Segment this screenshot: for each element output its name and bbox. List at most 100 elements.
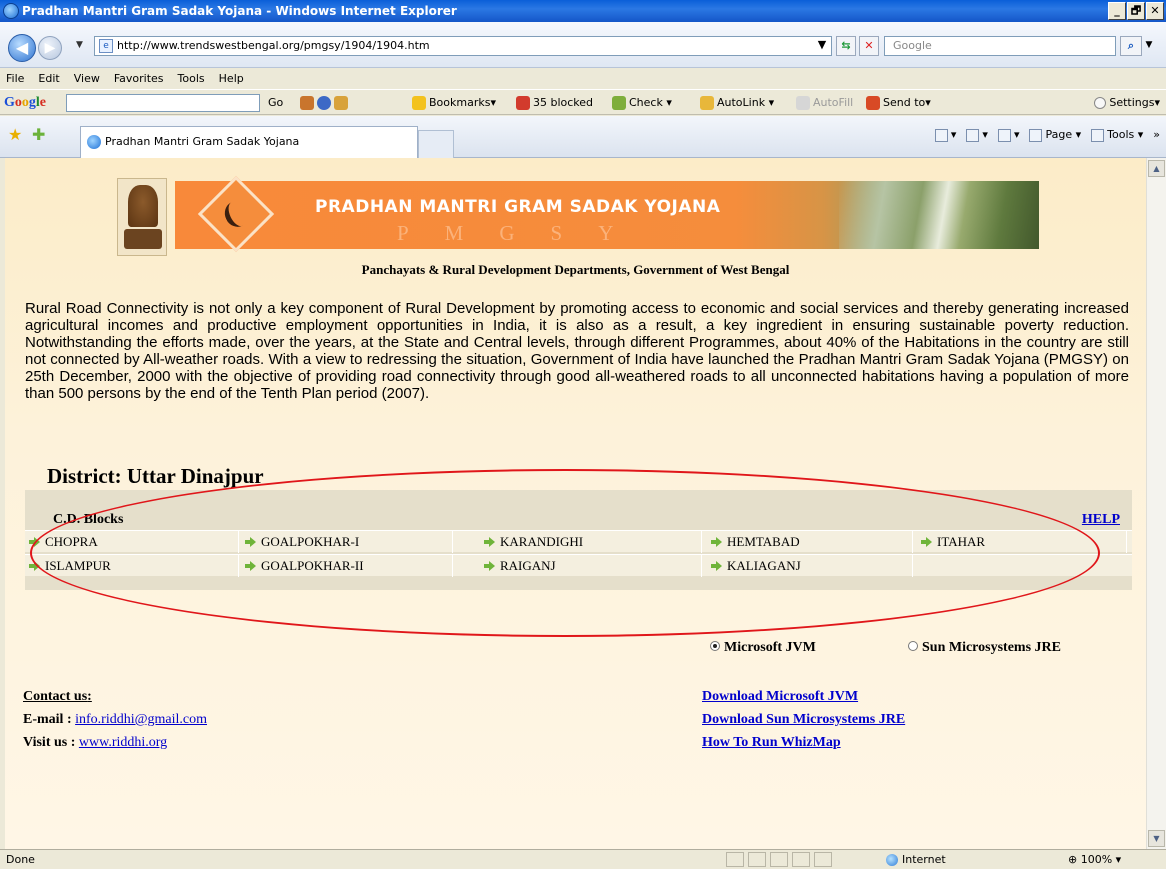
address-toolbar: ◀ ▶ ▼ e http://www.trendswestbengal.org/… [0,22,1166,68]
intro-paragraph: Rural Road Connectivity is not only a ke… [25,300,1129,402]
add-favorite-icon[interactable]: ✚ [32,125,45,144]
toolbar-icons[interactable] [300,90,351,116]
ie-icon [3,3,19,19]
bookmarks-button[interactable]: Bookmarks▾ [412,90,496,116]
district-heading: District: Uttar Dinajpur [47,464,264,488]
home-button[interactable]: ▾ [934,128,956,142]
status-panel [770,852,788,867]
minimize-button[interactable]: _ [1108,2,1126,20]
autofill-icon [796,96,810,110]
contact-label: Contact us: [23,689,92,704]
annotation-ellipse [30,469,1100,637]
autolink-icon [700,96,714,110]
blocked-icon [516,96,530,110]
globe-icon [886,854,898,866]
scroll-up-icon[interactable]: ▲ [1148,160,1165,177]
refresh-icon[interactable]: ⇆ [836,36,856,56]
autofill-button[interactable]: AutoFill [796,90,853,116]
download-ms-jvm-link[interactable]: Download Microsoft JVM [702,689,858,705]
google-toolbar: Google Go Bookmarks▾ 35 blocked Check ▾ … [0,89,1166,115]
new-tab-button[interactable] [418,130,454,158]
page-icon [1029,128,1043,142]
address-dropdown[interactable]: ▼ [812,36,832,56]
autolink-button[interactable]: AutoLink ▾ [700,90,774,116]
scroll-down-icon[interactable]: ▼ [1148,830,1165,847]
page-viewport: PRADHAN MANTRI GRAM SADAK YOJANA PMGSY P… [5,158,1146,849]
ashoka-emblem-logo [117,178,167,256]
ie-tab-icon [87,135,101,149]
forward-button[interactable]: ▶ [38,36,62,60]
download-sun-jre-link[interactable]: Download Sun Microsystems JRE [702,712,905,728]
settings-button[interactable]: Settings▾ [1094,90,1160,116]
print-icon [997,128,1011,142]
search-options-dropdown[interactable]: ▼ [1142,36,1156,56]
google-search-input[interactable] [66,94,260,112]
email-link[interactable]: info.riddhi@gmail.com [75,712,207,727]
radio-empty-icon [908,640,918,651]
road-photo [839,181,1039,249]
send-icon [866,96,880,110]
visit-line: Visit us : www.riddhi.org [23,735,168,750]
how-to-run-link[interactable]: How To Run WhizMap [702,735,841,751]
tab-pmgsy[interactable]: Pradhan Mantri Gram Sadak Yojana [80,126,418,158]
security-zone[interactable]: Internet [886,850,946,869]
status-panel [726,852,744,867]
menu-help[interactable]: Help [219,69,244,89]
status-panel [792,852,810,867]
print-button[interactable]: ▾ [997,128,1019,142]
radio-selected-icon [710,640,720,651]
menu-file[interactable]: File [6,69,24,89]
check-icon [612,96,626,110]
settings-icon [1094,97,1107,109]
address-input[interactable]: e http://www.trendswestbengal.org/pmgsy/… [94,36,832,56]
department-line: Panchayats & Rural Development Departmen… [361,262,790,277]
status-panel [814,852,832,867]
search-input[interactable]: Google [884,36,1116,56]
menu-favorites[interactable]: Favorites [114,69,164,89]
tab-bar: ★ ✚ Pradhan Mantri Gram Sadak Yojana ▾ ▾… [0,116,1166,158]
menu-view[interactable]: View [74,69,100,89]
banner-subtitle: PMGSY [397,221,650,245]
close-button[interactable]: ✕ [1146,2,1164,20]
zoom-level[interactable]: ⊕ 100% ▾ [1068,850,1121,869]
banner-title: PRADHAN MANTRI GRAM SADAK YOJANA [315,197,721,217]
tab-label: Pradhan Mantri Gram Sadak Yojana [105,135,300,148]
vertical-scrollbar[interactable]: ▲ ▼ [1146,158,1166,849]
maximize-button[interactable]: 🗗 [1127,2,1145,20]
page-menu-button[interactable]: Page ▾ [1029,128,1081,142]
menu-edit[interactable]: Edit [38,69,59,89]
status-bar: Done Internet ⊕ 100% ▾ [0,849,1166,869]
page-icon: e [99,39,113,53]
address-url: http://www.trendswestbengal.org/pmgsy/19… [117,39,430,52]
menu-tools[interactable]: Tools [178,69,205,89]
help-link[interactable]: HELP [1082,512,1120,528]
home-icon [934,128,948,142]
window-title-bar[interactable]: Pradhan Mantri Gram Sadak Yojana - Windo… [0,0,1166,22]
status-text: Done [6,853,35,866]
chevron-more-icon[interactable]: » [1153,128,1160,142]
tools-menu-button[interactable]: Tools ▾ [1091,128,1143,142]
feeds-button[interactable]: ▾ [966,128,988,142]
feeds-icon [966,128,980,142]
command-bar: ▾ ▾ ▾ Page ▾ Tools ▾ » [934,128,1160,142]
status-panel [748,852,766,867]
stop-icon[interactable]: ✕ [859,36,879,56]
send-to-button[interactable]: Send to▾ [866,90,931,116]
google-go-button[interactable]: Go [268,90,283,116]
window-title: Pradhan Mantri Gram Sadak Yojana - Windo… [22,4,457,18]
menu-bar: File Edit View Favorites Tools Help [0,69,1166,89]
microsoft-jvm-radio[interactable]: Microsoft JVM [710,640,816,656]
favorites-center-icon[interactable]: ★ [8,125,22,144]
website-link[interactable]: www.riddhi.org [79,735,167,750]
pmgsy-banner: PRADHAN MANTRI GRAM SADAK YOJANA PMGSY [175,175,1039,253]
google-logo: Google [4,95,46,110]
star-icon [412,96,426,110]
popup-blocker-button[interactable]: 35 blocked [516,90,593,116]
spell-check-button[interactable]: Check ▾ [612,90,672,116]
recent-pages-dropdown[interactable]: ▼ [76,40,83,50]
back-button[interactable]: ◀ [8,34,36,62]
sun-jre-radio[interactable]: Sun Microsystems JRE [908,640,1061,656]
gear-icon [1091,128,1105,142]
search-icon[interactable]: ⌕ [1120,36,1142,56]
email-line: E-mail : info.riddhi@gmail.com [23,712,207,727]
